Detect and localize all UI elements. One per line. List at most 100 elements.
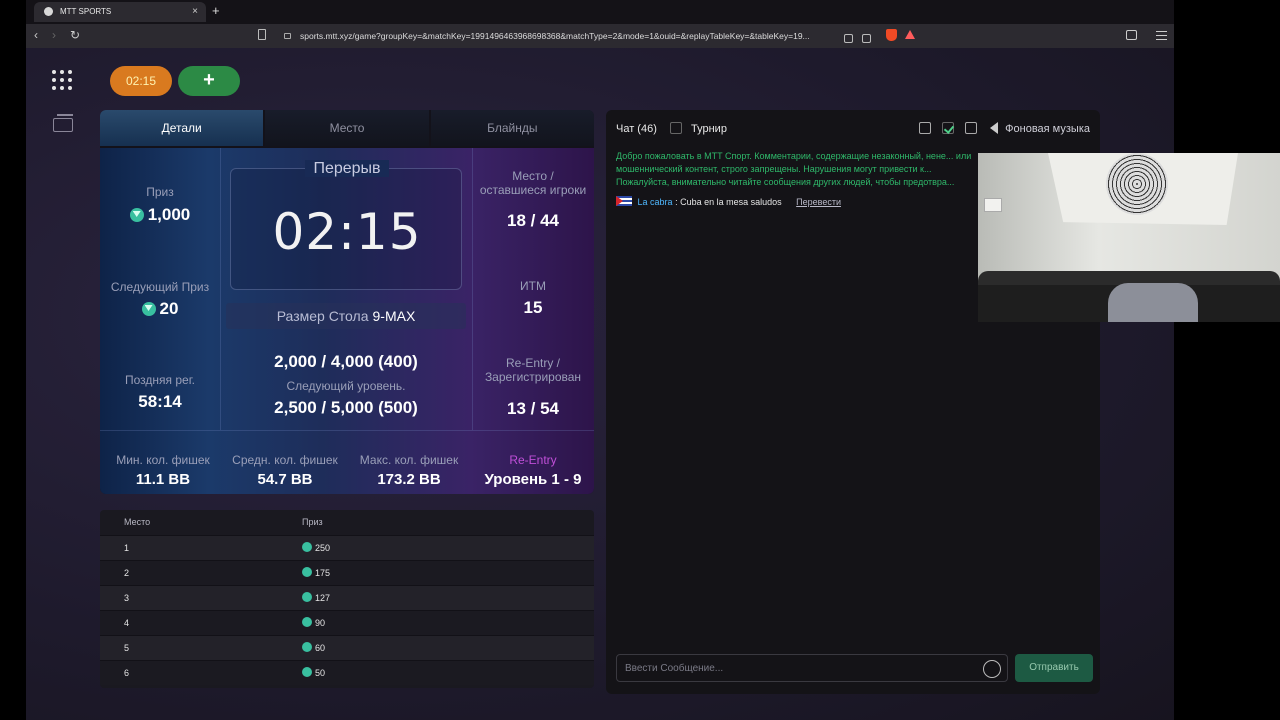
sidebar-toggle-icon[interactable] (1126, 30, 1137, 40)
tab-title: MTT SPORTS (60, 7, 112, 16)
details-tabs: Детали Место Блайнды (100, 110, 594, 146)
tapestry-pattern (1106, 153, 1168, 215)
place-value: 18 / 44 (507, 211, 559, 230)
break-timer-box: Перерыв 02:15 (230, 160, 462, 290)
details-body: Приз 1,000 Следующий Приз 20 Поздняя рег… (100, 148, 594, 494)
table-row: 6 50 (100, 660, 594, 685)
itm-label: ИТМ (520, 279, 546, 293)
brave-shields-icon[interactable] (886, 29, 897, 41)
url-text: sports.mtt.xyz/game?groupKey=&matchKey=1… (300, 31, 810, 41)
browser-window: MTT SPORTS × + ‹ › ↻ sports.mtt.xyz/game… (26, 0, 1174, 720)
tournament-details-panel: Детали Место Блайнды Приз 1,000 Следующи… (100, 110, 594, 494)
add-table-button[interactable]: + (178, 66, 240, 96)
next-prize-label: Следующий Приз (110, 280, 210, 294)
gem-icon (141, 302, 156, 316)
send-button[interactable]: Отправить (1015, 654, 1093, 682)
game-page: 02:15 + Детали Место Блайнды Приз 1,000 … (26, 48, 1174, 720)
table-row: 4 90 (100, 610, 594, 635)
message-username[interactable]: La cabra (638, 197, 673, 207)
avg-stack-value: 54.7 BB (257, 471, 313, 488)
speaker-icon[interactable] (990, 122, 999, 134)
place-column-header: Место (124, 517, 151, 527)
prize-value: 1,000 (100, 205, 220, 225)
translate-link[interactable]: Перевести (796, 197, 841, 207)
table-header: Место Приз (100, 510, 594, 535)
menu-icon[interactable] (1156, 31, 1167, 40)
welcome-message: Добро пожаловать в MTT Спорт. Комментари… (616, 151, 972, 187)
table-size: Размер Стола 9-MAX (226, 303, 466, 329)
site-favicon-icon (44, 7, 53, 16)
reentry-levels-label: Re-Entry (509, 453, 557, 467)
tournament-label: Турнир (691, 123, 727, 135)
tables-icon[interactable] (53, 114, 73, 132)
cast-icon[interactable] (844, 34, 853, 43)
checkmark-icon[interactable] (941, 122, 954, 134)
browser-tab[interactable]: MTT SPORTS × (34, 2, 206, 22)
chat-message: La cabra : Cuba en la mesa saludos Перев… (616, 196, 841, 207)
brave-rewards-icon[interactable] (905, 30, 915, 39)
gem-icon (302, 542, 312, 552)
gem-icon (302, 642, 312, 652)
music-label[interactable]: Фоновая музыка (1005, 123, 1090, 135)
message-input[interactable]: Ввести Сообщение... (616, 654, 1008, 682)
wall-switch (984, 198, 1002, 212)
gem-icon (302, 567, 312, 577)
next-level-label: Следующий уровень. (286, 379, 406, 393)
min-stack-label: Мин. кол. фишек (116, 453, 210, 467)
tab-place[interactable]: Место (265, 110, 429, 146)
message-text: : Cuba en la mesa saludos (675, 197, 782, 207)
reentry-value: 13 / 54 (507, 399, 559, 418)
tab-bar: MTT SPORTS × + (26, 0, 1174, 24)
reentry-label: Re-Entry / Зарегистрирован (484, 356, 582, 384)
table-row: 5 60 (100, 635, 594, 660)
break-title: Перерыв (231, 160, 463, 178)
translate-icon[interactable] (965, 122, 978, 134)
address-bar: ‹ › ↻ sports.mtt.xyz/game?groupKey=&matc… (26, 24, 1174, 48)
table-row: 3 127 (100, 585, 594, 610)
site-info-icon[interactable] (284, 33, 291, 39)
gem-icon (129, 208, 144, 222)
prize-label: Приз (146, 185, 174, 199)
chat-tools: Фоновая музыка (911, 122, 1090, 135)
max-stack-value: 173.2 BB (377, 471, 441, 488)
itm-value: 15 (523, 298, 543, 317)
gem-icon (302, 592, 312, 602)
payout-table: Место Приз 1 250 2 175 3 127 4 90 5 60 6 50 (100, 510, 594, 688)
tournament-checkbox[interactable] (669, 122, 682, 134)
screenshot-icon[interactable] (918, 122, 931, 134)
break-clock: 02:15 (272, 203, 422, 261)
forward-icon[interactable]: › (52, 28, 56, 42)
emoji-icon[interactable] (983, 660, 1001, 678)
max-stack-label: Макс. кол. фишек (359, 453, 459, 467)
tab-blinds[interactable]: Блайнды (430, 110, 594, 146)
table-row: 2 175 (100, 560, 594, 585)
place-label: Место / оставшиеся игроки (479, 169, 587, 197)
url-actions (844, 30, 880, 48)
next-blind-level: 2,500 / 5,000 (500) (274, 398, 418, 417)
webcam-overlay (978, 153, 1280, 322)
new-tab-icon[interactable]: + (212, 3, 220, 18)
min-stack-value: 11.1 BB (135, 471, 191, 488)
gem-icon (302, 617, 312, 627)
share-icon[interactable] (862, 34, 871, 43)
late-reg-value: 58:14 (138, 392, 182, 411)
reentry-levels-value: Уровень 1 - 9 (484, 471, 582, 488)
avg-stack-label: Средн. кол. фишек (232, 453, 338, 467)
prize-column-header: Приз (302, 517, 323, 527)
apps-grid-icon[interactable] (52, 70, 72, 90)
back-icon[interactable]: ‹ (34, 28, 38, 42)
current-blind-level: 2,000 / 4,000 (400) (274, 352, 418, 371)
close-tab-icon[interactable]: × (192, 6, 198, 17)
cuba-flag-icon (616, 196, 632, 206)
late-reg-label: Поздняя рег. (125, 373, 195, 387)
table-row: 1 250 (100, 535, 594, 560)
reload-icon[interactable]: ↻ (70, 28, 80, 42)
chat-title: Чат (46) (616, 123, 657, 135)
break-timer-button[interactable]: 02:15 (110, 66, 172, 96)
next-prize-value: 20 (100, 299, 220, 319)
bookmark-icon[interactable] (258, 29, 266, 40)
gem-icon (302, 667, 312, 677)
tab-details[interactable]: Детали (100, 110, 264, 146)
input-placeholder: Ввести Сообщение... (625, 663, 724, 674)
url-field[interactable]: sports.mtt.xyz/game?groupKey=&matchKey=1… (274, 28, 924, 44)
